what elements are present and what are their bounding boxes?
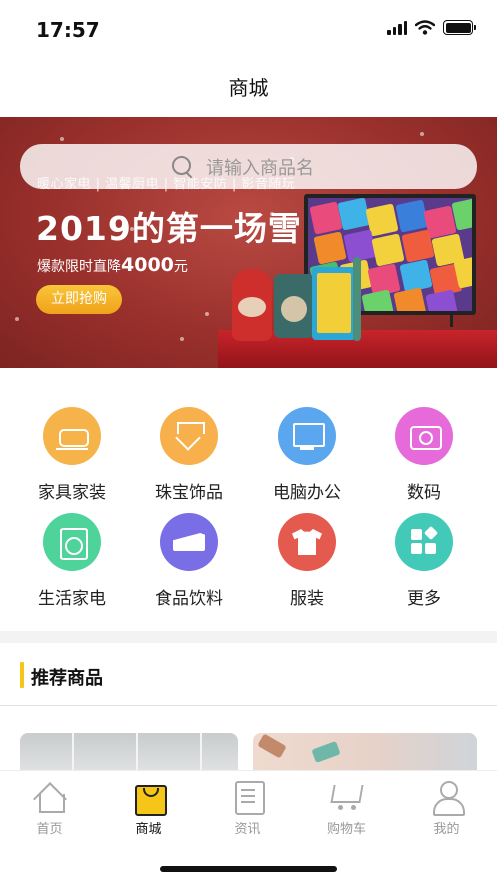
category-clothing[interactable]: 服装 <box>248 513 366 609</box>
tab-label: 商城 <box>135 822 162 837</box>
banner-sub-amount: 4000 <box>121 254 174 276</box>
sofa-icon <box>43 407 101 465</box>
promo-banner[interactable]: 暖心家电 | 温馨厨电 | 智能安防 | 影音随玩 2019的第一场雪 爆款限时… <box>0 117 497 368</box>
status-time: 17:57 <box>36 18 100 42</box>
product-speaker-image <box>274 274 314 338</box>
diamond-icon <box>160 407 218 465</box>
search-input[interactable]: 请输入商品名 <box>20 144 477 189</box>
category-label: 服装 <box>290 589 324 609</box>
tab-label: 首页 <box>36 822 63 837</box>
home-indicator[interactable] <box>160 866 337 872</box>
wifi-icon <box>415 20 435 35</box>
category-grid: 家具家装 珠宝饰品 电脑办公 数码 生活家电 食品饮料 服装 更多 <box>0 385 497 625</box>
cart-icon <box>330 779 364 813</box>
shopping-bag-icon <box>132 779 167 816</box>
category-computer-office[interactable]: 电脑办公 <box>248 407 366 503</box>
tab-profile[interactable]: 我的 <box>397 779 496 837</box>
banner-sub-suffix: 元 <box>173 259 188 275</box>
category-label: 生活家电 <box>38 589 106 609</box>
tab-label: 购物车 <box>326 822 366 837</box>
category-food-drinks[interactable]: 食品饮料 <box>130 513 248 609</box>
category-label: 家具家装 <box>38 483 106 503</box>
search-icon <box>172 155 194 178</box>
category-label: 更多 <box>407 589 441 609</box>
category-more[interactable]: 更多 <box>365 513 483 609</box>
news-icon <box>231 779 265 815</box>
category-label: 珠宝饰品 <box>155 483 223 503</box>
washer-icon <box>43 513 101 571</box>
status-icons <box>387 20 476 35</box>
banner-subtitle: 爆款限时直降4000元 <box>37 254 188 276</box>
category-label: 数码 <box>407 483 441 503</box>
product-jar-image <box>232 269 272 341</box>
section-divider <box>0 631 497 643</box>
category-jewelry[interactable]: 珠宝饰品 <box>130 407 248 503</box>
category-label: 电脑办公 <box>273 483 341 503</box>
cake-icon <box>160 513 218 571</box>
user-icon <box>430 779 465 816</box>
section-accent-bar <box>20 662 24 688</box>
tab-label: 资讯 <box>234 822 261 837</box>
battery-icon <box>443 20 476 35</box>
more-icon <box>395 513 453 571</box>
home-icon <box>33 779 67 813</box>
category-digital[interactable]: 数码 <box>365 407 483 503</box>
banner-headline: 2019的第一场雪 <box>36 209 302 248</box>
search-placeholder: 请输入商品名 <box>206 157 314 179</box>
tab-home[interactable]: 首页 <box>0 779 99 837</box>
category-label: 食品饮料 <box>155 589 223 609</box>
tab-label: 我的 <box>433 822 460 837</box>
banner-sub-prefix: 爆款限时直降 <box>37 259 121 275</box>
section-rule <box>0 705 497 706</box>
product-box-image <box>312 267 356 340</box>
buy-now-button[interactable]: 立即抢购 <box>36 285 122 314</box>
cellular-signal-icon <box>387 20 407 35</box>
camera-icon <box>395 407 453 465</box>
category-home-appliances[interactable]: 生活家电 <box>13 513 131 609</box>
tab-news[interactable]: 资讯 <box>198 779 297 837</box>
category-furniture[interactable]: 家具家装 <box>13 407 131 503</box>
tab-cart[interactable]: 购物车 <box>297 779 396 837</box>
recommended-section-header: 推荐商品 <box>0 655 497 703</box>
section-title: 推荐商品 <box>31 668 103 689</box>
page-title: 商城 <box>228 76 269 100</box>
tab-mall[interactable]: 商城 <box>99 779 198 837</box>
product-stick-image <box>353 257 361 341</box>
status-bar: 17:57 <box>0 0 497 60</box>
shirt-icon <box>278 513 336 571</box>
monitor-icon <box>278 407 336 465</box>
